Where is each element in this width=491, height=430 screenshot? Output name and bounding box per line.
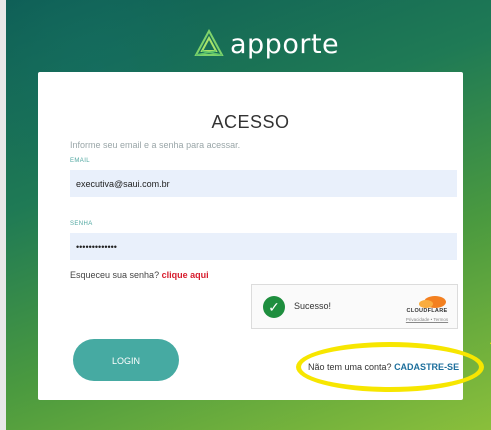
brand-name: apporte [230, 28, 340, 60]
captcha-status: Sucesso! [294, 301, 332, 311]
login-button[interactable]: LOGIN [73, 339, 179, 381]
login-card: ACESSO Informe seu email e a senha para … [38, 72, 484, 400]
page-background: apporte ACESSO Informe seu email e a sen… [6, 0, 491, 430]
email-field[interactable] [70, 170, 457, 197]
captcha-links[interactable]: Privacidade • Termos [402, 317, 452, 322]
forgot-password: Esqueceu sua senha? clique aqui [70, 270, 209, 280]
email-label: EMAIL [70, 158, 91, 164]
apporte-logo-icon [194, 29, 224, 56]
register-text: Não tem uma conta? [308, 362, 392, 372]
success-check-icon: ✓ [263, 296, 285, 318]
captcha-provider: CLOUDFLARE [406, 308, 448, 314]
captcha-widget: ✓ Sucesso! CLOUDFLARE Privacidade • Term… [251, 284, 458, 329]
password-label: SENHA [70, 221, 93, 227]
register-prompt: Não tem uma conta? CADASTRE-SE [308, 362, 459, 372]
login-subtitle: Informe seu email e a senha para acessar… [70, 140, 241, 150]
page-title: ACESSO [211, 112, 290, 132]
brand-logo: apporte [194, 28, 339, 60]
forgot-password-link[interactable]: clique aqui [162, 270, 209, 280]
forgot-password-text: Esqueceu sua senha? [70, 270, 160, 280]
register-link[interactable]: CADASTRE-SE [394, 362, 459, 372]
password-field[interactable] [70, 233, 457, 260]
cloudflare-cloud-icon [419, 296, 446, 308]
